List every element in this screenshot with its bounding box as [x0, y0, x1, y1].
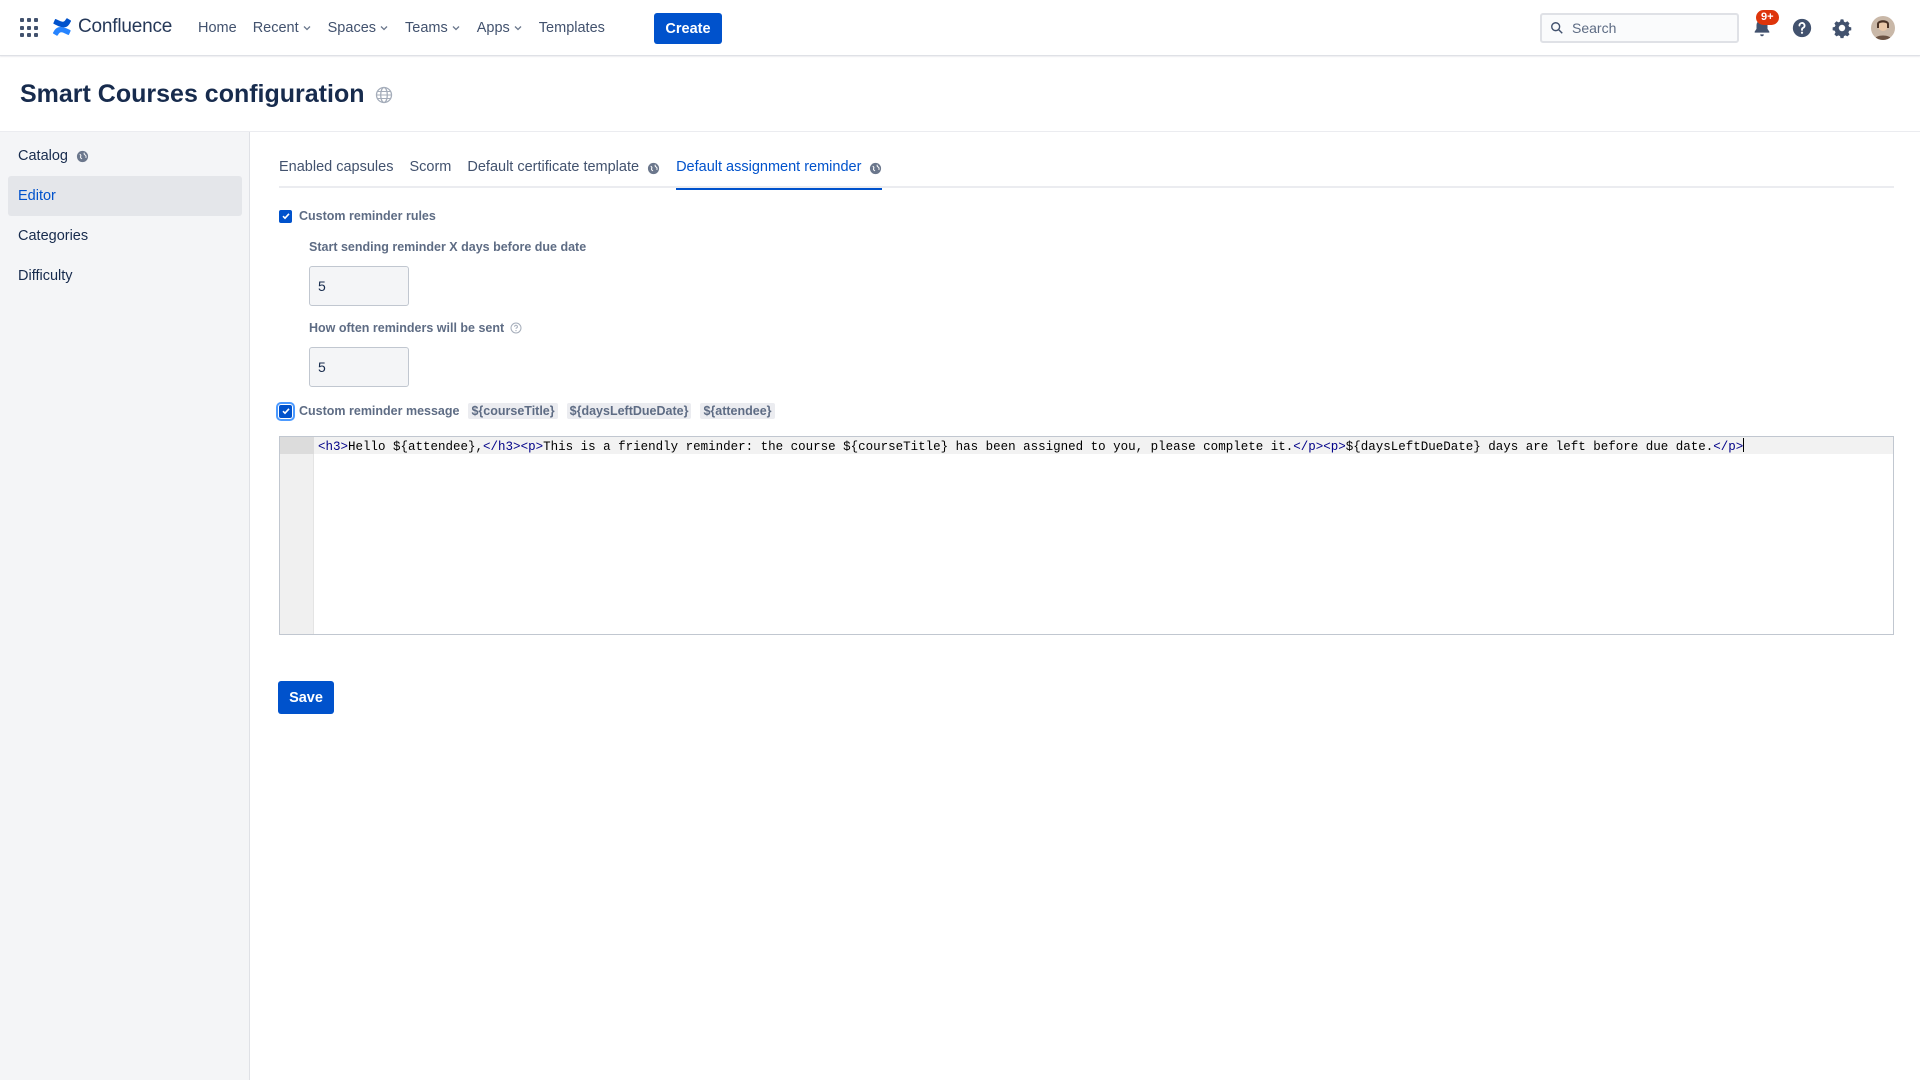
sidebar: Catalog Editor Categories Difficulty — [0, 132, 250, 1080]
help-button[interactable] — [1789, 15, 1815, 41]
page-title: Smart Courses configuration — [20, 80, 393, 109]
code-token-text: Hello ${attendee}, — [348, 440, 484, 454]
how-often-input[interactable] — [309, 347, 409, 387]
sidebar-item-label: Categories — [18, 228, 89, 244]
editor-gutter-active-line — [280, 437, 314, 454]
tab-default-certificate-template[interactable]: Default certificate template — [467, 156, 660, 188]
code-token-tag: </p> — [1293, 440, 1324, 454]
custom-reminder-rules-row: Custom reminder rules — [279, 209, 436, 223]
tab-enabled-capsules[interactable]: Enabled capsules — [279, 156, 393, 188]
top-navigation: Confluence Home Recent Spaces Teams Apps… — [0, 0, 1920, 56]
chevron-down-icon — [514, 26, 522, 31]
nav-recent[interactable]: Recent — [245, 12, 320, 44]
custom-reminder-message-row: Custom reminder message ${courseTitle} $… — [276, 401, 775, 421]
start-sending-label: Start sending reminder X days before due… — [309, 240, 586, 254]
start-sending-label-text: Start sending reminder X days before due… — [309, 240, 587, 254]
settings-icon — [1832, 19, 1852, 39]
text-cursor — [1743, 438, 1745, 452]
user-avatar-icon — [1871, 16, 1895, 40]
editor-gutter — [280, 437, 314, 634]
code-token-text: ${daysLeftDueDate} days are left before … — [1345, 440, 1714, 454]
custom-reminder-rules-label: Custom reminder rules — [299, 209, 436, 223]
variable-tag-course-title[interactable]: ${courseTitle} — [468, 403, 558, 419]
help-icon — [1792, 18, 1812, 38]
editor-code-line[interactable]: <h3>Hello ${attendee},</h3><p>This is a … — [318, 438, 1745, 455]
sidebar-item-label: Editor — [18, 188, 56, 204]
globe-icon — [870, 162, 882, 175]
nav-apps-label: Apps — [476, 20, 510, 36]
code-token-tag: <p> — [1323, 440, 1346, 454]
nav-spaces-label: Spaces — [327, 20, 377, 36]
tab-label: Scorm — [409, 159, 452, 175]
nav-spaces[interactable]: Spaces — [320, 12, 397, 44]
sidebar-item-difficulty[interactable]: Difficulty — [8, 256, 242, 296]
chevron-down-icon — [380, 26, 388, 31]
search-icon — [1551, 22, 1563, 34]
custom-reminder-message-label: Custom reminder message — [299, 404, 460, 418]
nav-recent-label: Recent — [252, 20, 299, 36]
page-header: Smart Courses configuration — [0, 57, 1920, 132]
checkmark-icon — [281, 408, 290, 415]
nav-home[interactable]: Home — [190, 12, 245, 44]
variable-tag-days-left[interactable]: ${daysLeftDueDate} — [566, 403, 692, 419]
settings-button[interactable] — [1829, 15, 1855, 41]
globe-icon — [375, 86, 392, 103]
globe-icon — [76, 150, 89, 162]
chevron-down-icon — [452, 26, 460, 31]
app-switcher-grid-icon[interactable] — [20, 18, 40, 38]
confluence-logo-icon — [52, 18, 72, 36]
confluence-logo[interactable]: Confluence — [52, 16, 172, 38]
custom-reminder-message-checkbox[interactable] — [276, 401, 295, 421]
code-token-tag: </p> — [1713, 440, 1744, 454]
avatar[interactable] — [1871, 16, 1895, 40]
nav-templates-label: Templates — [538, 20, 605, 36]
sidebar-item-label: Catalog — [18, 148, 68, 164]
notification-badge: 9+ — [1756, 10, 1779, 25]
sidebar-item-catalog[interactable]: Catalog — [8, 136, 242, 176]
how-often-label-text: How often reminders will be sent — [309, 321, 505, 335]
primary-nav: Home Recent Spaces Teams Apps Templates — [190, 0, 613, 56]
tab-label: Default assignment reminder — [676, 159, 862, 175]
code-token-tag: </h3> — [483, 440, 521, 454]
nav-teams[interactable]: Teams — [397, 12, 469, 44]
nav-apps[interactable]: Apps — [469, 12, 531, 44]
chevron-down-icon — [303, 26, 311, 31]
start-sending-days-input[interactable] — [309, 266, 409, 306]
sidebar-item-editor[interactable]: Editor — [8, 176, 242, 216]
globe-icon — [647, 162, 660, 175]
tab-default-assignment-reminder[interactable]: Default assignment reminder — [676, 156, 883, 190]
sidebar-item-categories[interactable]: Categories — [8, 216, 242, 256]
sidebar-item-label: Difficulty — [18, 268, 73, 284]
main-content: Enabled capsules Scorm Default certifica… — [250, 132, 1920, 1080]
nav-home-label: Home — [198, 20, 237, 36]
code-token-tag: <p> — [520, 440, 544, 454]
tab-label: Enabled capsules — [279, 159, 394, 175]
page-title-text: Smart Courses configuration — [20, 80, 365, 108]
save-button[interactable]: Save — [278, 681, 334, 714]
checkmark-icon — [281, 213, 290, 220]
tab-label: Default certificate template — [467, 159, 640, 175]
search-box[interactable] — [1540, 13, 1739, 43]
logo-text: Confluence — [78, 16, 173, 37]
search-input[interactable] — [1572, 20, 1732, 36]
code-editor[interactable]: <h3>Hello ${attendee},</h3><p>This is a … — [279, 436, 1894, 635]
nav-templates[interactable]: Templates — [531, 12, 613, 44]
tab-bar: Enabled capsules Scorm Default certifica… — [279, 156, 1894, 190]
code-token-text: This is a friendly reminder: the course … — [543, 440, 1294, 454]
variable-tag-attendee[interactable]: ${attendee} — [700, 403, 775, 419]
tab-scorm[interactable]: Scorm — [409, 156, 451, 188]
nav-teams-label: Teams — [405, 20, 448, 36]
how-often-label: How often reminders will be sent — [309, 321, 522, 335]
custom-reminder-rules-checkbox[interactable] — [279, 209, 292, 223]
question-circle-icon[interactable] — [510, 322, 522, 334]
code-token-tag: <h3> — [318, 440, 349, 454]
create-button[interactable]: Create — [654, 13, 722, 44]
